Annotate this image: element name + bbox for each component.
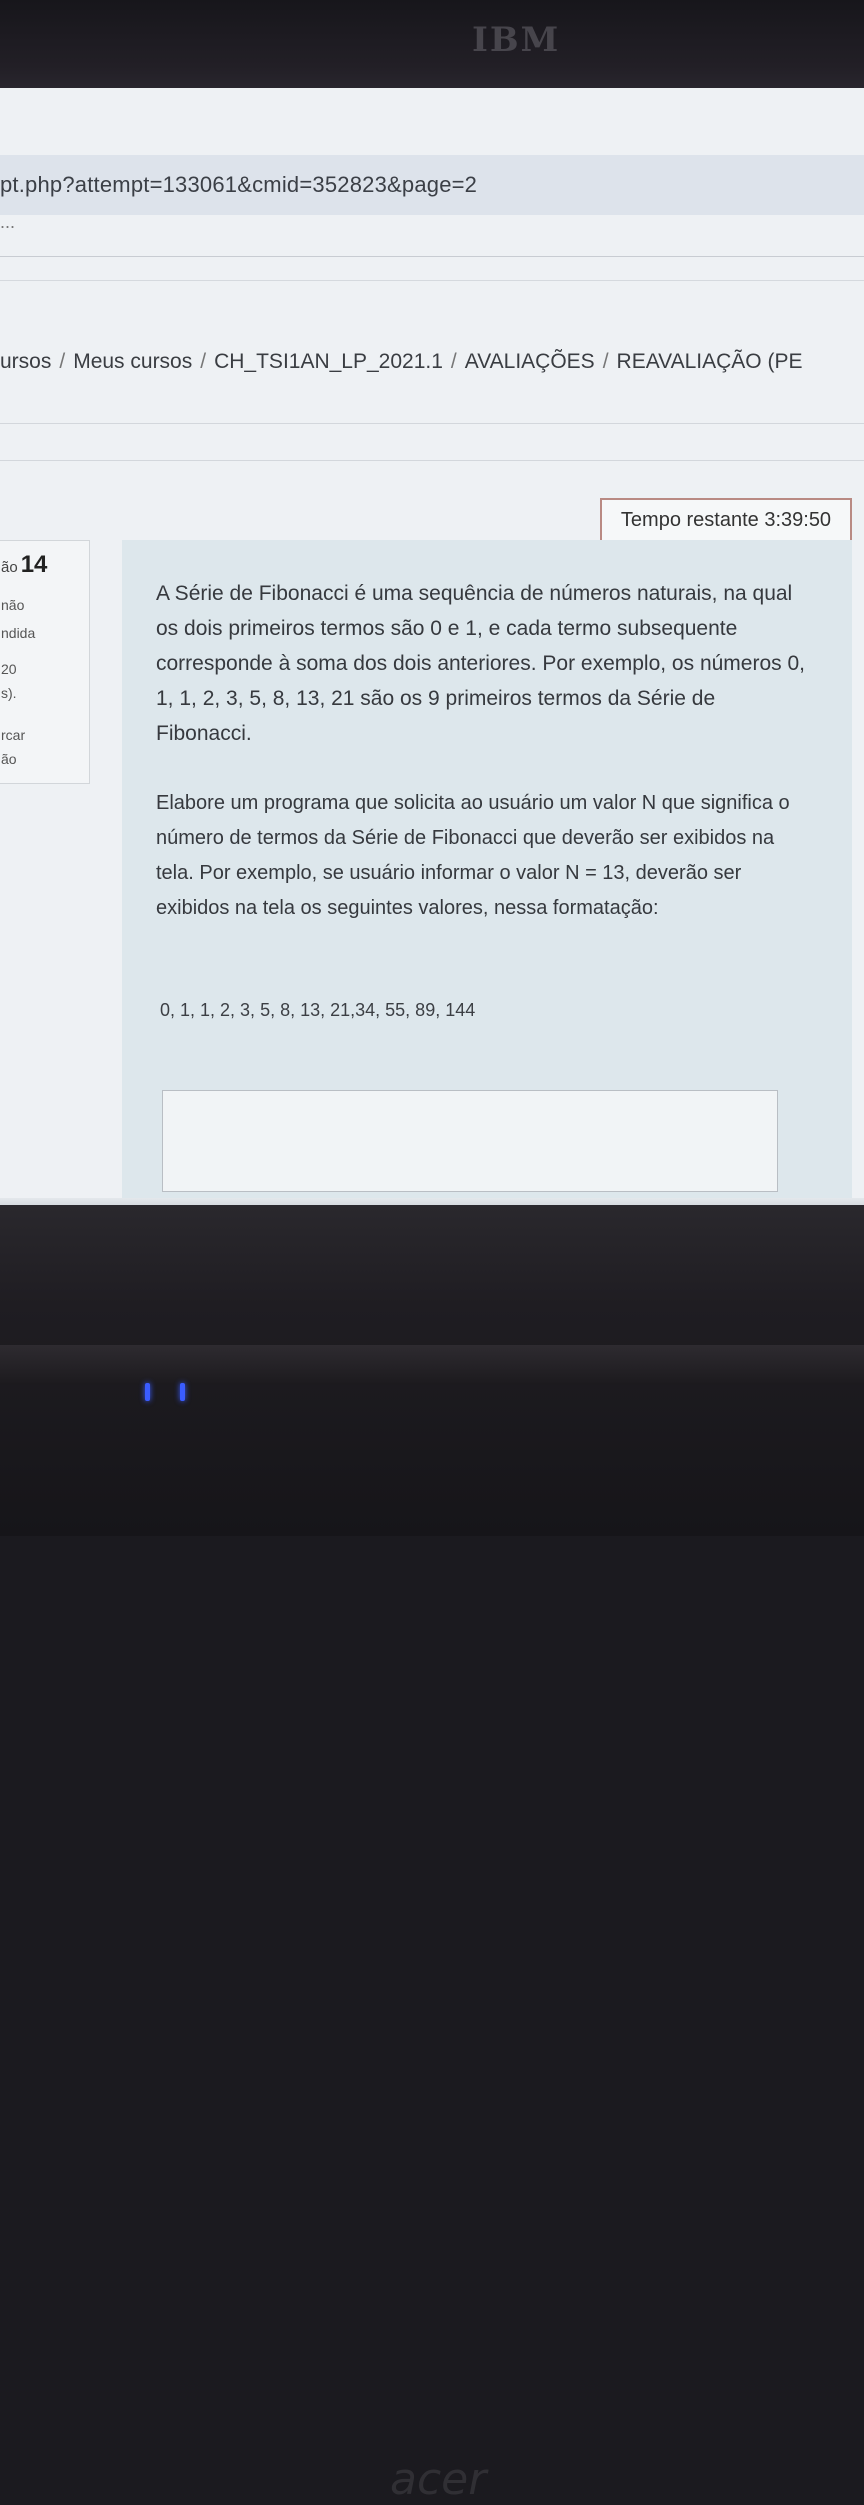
question-label: ão [1, 559, 18, 576]
flag-question-link-cont[interactable]: ão [1, 751, 17, 767]
question-info-panel: ão 14 não ndida 20 s). rcar ão [0, 540, 90, 784]
power-led-icon [145, 1383, 150, 1401]
breadcrumb-separator: / [602, 350, 609, 373]
breadcrumb-separator: / [450, 350, 457, 373]
ibm-logo: IBM [472, 20, 561, 60]
breadcrumb: ursos / Meus cursos / CH_TSI1AN_LP_2021.1 / AV… [0, 350, 802, 374]
breadcrumb-separator: / [200, 350, 207, 373]
question-number: ão 14 [1, 551, 47, 579]
status-led-icon [180, 1383, 185, 1401]
breadcrumb-separator: / [59, 350, 66, 373]
question-status-cont: ndida [1, 625, 36, 641]
breadcrumb-item-meus-cursos[interactable]: Meus cursos [73, 350, 192, 373]
question-grade: 20 [1, 661, 17, 677]
address-url[interactable]: pt.php?attempt=133061&cmid=352823&page=2 [0, 172, 477, 198]
divider [0, 256, 864, 257]
monitor-top-bezel: IBM [0, 0, 864, 95]
breadcrumb-item-cursos[interactable]: ursos [0, 350, 51, 373]
divider [0, 460, 864, 461]
acer-logo: acer [390, 2454, 487, 2505]
time-remaining-badge: Tempo restante 3:39:50 [600, 498, 852, 542]
laptop-hinge [0, 1345, 864, 1385]
divider [0, 280, 864, 281]
screen: pt.php?attempt=133061&cmid=352823&page=2… [0, 88, 864, 1213]
answer-textarea[interactable] [162, 1090, 778, 1192]
example-sequence: 0, 1, 1, 2, 3, 5, 8, 13, 21,34, 55, 89, … [160, 1000, 476, 1020]
question-status: não [1, 597, 25, 613]
flag-question-link[interactable]: rcar [1, 727, 25, 743]
question-paragraph-1: A Série de Fibonacci é uma sequência de … [156, 582, 806, 745]
question-number-value: 14 [20, 551, 48, 578]
question-content: A Série de Fibonacci é uma sequência de … [122, 540, 852, 1213]
breadcrumb-item-reavaliacao[interactable]: REAVALIAÇÃO (PE [617, 350, 803, 373]
breadcrumb-item-course[interactable]: CH_TSI1AN_LP_2021.1 [214, 350, 443, 373]
breadcrumb-item-avaliacoes[interactable]: AVALIAÇÕES [465, 350, 595, 373]
question-grade-cont: s). [1, 685, 17, 701]
question-paragraph-2: Elabore um programa que solicita ao usuá… [156, 792, 790, 919]
divider [0, 423, 864, 424]
more-menu-icon[interactable]: ... [0, 212, 15, 233]
